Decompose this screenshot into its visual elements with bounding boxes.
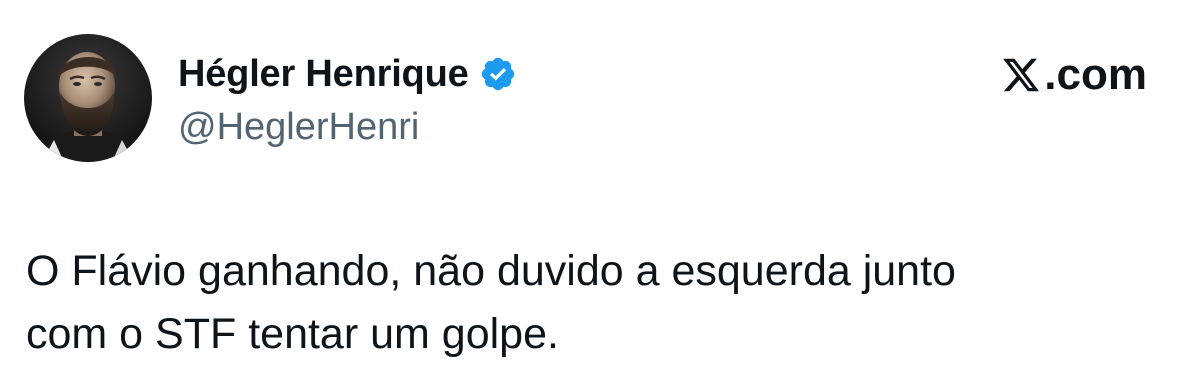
author-name-row[interactable]: Hégler Henrique [178, 50, 517, 98]
author-handle[interactable]: @HeglerHenri [178, 106, 419, 149]
profile-photo [24, 34, 152, 162]
verified-badge-icon [479, 55, 517, 93]
tweet-card: Hégler Henrique @HeglerHenri .com O Fláv… [0, 0, 1199, 388]
brand-suffix: .com [1044, 50, 1147, 99]
author-display-name[interactable]: Hégler Henrique [178, 53, 469, 96]
tweet-text: O Flávio ganhando, não duvido a esquerda… [26, 247, 956, 358]
avatar[interactable] [24, 34, 152, 162]
brand-watermark: .com [1000, 50, 1147, 100]
x-logo-icon [1000, 55, 1042, 95]
